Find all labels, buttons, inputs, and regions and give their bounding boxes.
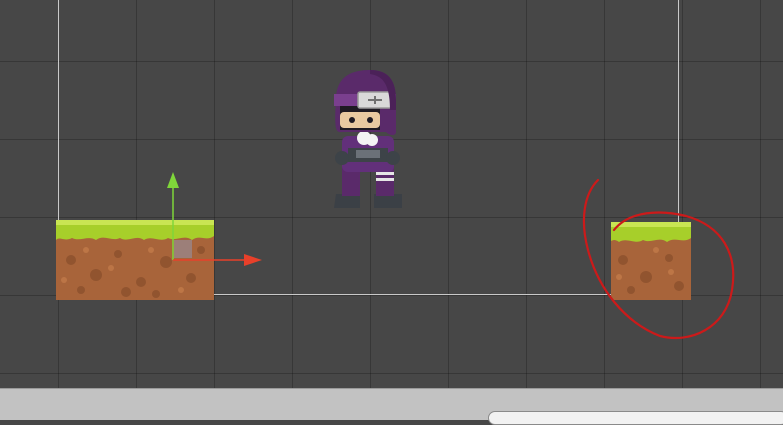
gizmo-x-arrowhead bbox=[244, 254, 262, 266]
gizmo-center-handle bbox=[174, 240, 192, 258]
gizmo-y-arrowhead bbox=[167, 172, 179, 188]
bottom-status-strip bbox=[0, 388, 783, 425]
search-input[interactable] bbox=[488, 411, 783, 425]
move-tool-gizmo[interactable] bbox=[150, 168, 270, 268]
scene-view[interactable] bbox=[0, 0, 783, 388]
ninja-character-sprite[interactable] bbox=[330, 70, 408, 210]
red-annotation-circle bbox=[576, 172, 742, 344]
